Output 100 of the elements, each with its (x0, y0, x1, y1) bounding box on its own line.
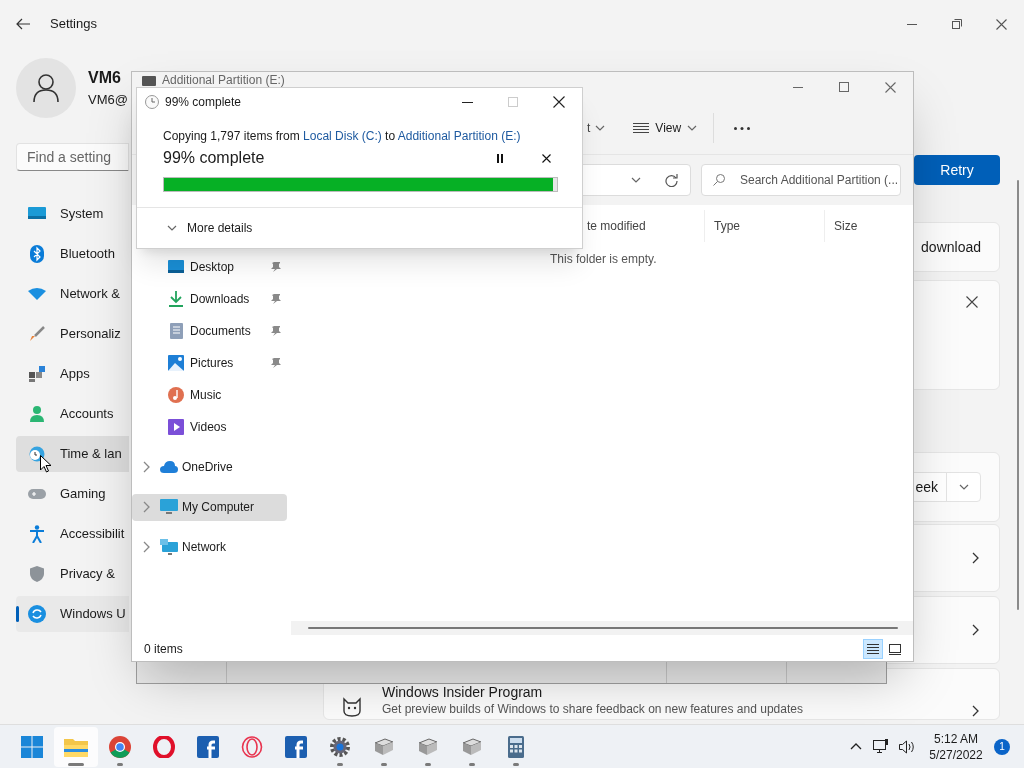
dismiss-button[interactable] (965, 295, 979, 309)
cloud-icon (160, 461, 178, 473)
view-button[interactable]: View (633, 119, 698, 137)
chevron-right-icon (971, 705, 979, 717)
minimize-icon (461, 101, 473, 103)
person-icon (30, 406, 44, 422)
video-icon (168, 419, 184, 435)
nav-item[interactable]: Apps (16, 356, 129, 392)
view-mode-button[interactable] (863, 639, 883, 659)
taskbar-app[interactable] (54, 726, 98, 767)
shield-icon (30, 566, 44, 582)
nav-item[interactable]: Network (132, 533, 287, 561)
nav-item[interactable]: Privacy & (16, 556, 129, 592)
link[interactable]: Additional Partition (E:) (397, 129, 521, 143)
user-email: VM6@ (88, 91, 128, 110)
notification-badge[interactable]: 1 (994, 738, 1010, 755)
nav-item[interactable]: Videos (132, 411, 287, 443)
maximize-icon (508, 97, 518, 107)
nav-item[interactable]: Documents (132, 315, 287, 347)
running-indicator (425, 762, 431, 766)
network-icon (873, 738, 889, 755)
close-icon (966, 296, 978, 308)
download-icon (169, 291, 183, 307)
search-field[interactable]: Find a setting (16, 143, 129, 171)
accessibility-icon (30, 525, 44, 543)
nav-item[interactable]: Time & lan (16, 436, 129, 472)
back-arrow-icon (16, 18, 30, 30)
selection-bar (16, 606, 19, 622)
pin-icon (271, 358, 281, 368)
copy-status-text: Copying 1,797 items from Local Disk (C:) to Additional Partition (E:) (163, 128, 522, 144)
app-icon (373, 736, 395, 757)
nav-item[interactable]: Bluetooth (16, 236, 129, 272)
nav-item[interactable]: Pictures (132, 347, 287, 379)
chevron-down-icon (595, 125, 606, 131)
pin-icon (271, 262, 281, 272)
chevron-right-icon (971, 552, 979, 564)
nav-item[interactable]: Network & (16, 276, 129, 312)
restore-icon (951, 19, 962, 29)
running-indicator (68, 762, 84, 766)
minimize-icon (906, 23, 917, 25)
monitor-icon (28, 207, 46, 221)
cancel-icon (541, 153, 551, 163)
maximize-icon (839, 82, 849, 92)
more-details-button[interactable]: More details (167, 219, 253, 237)
cancel-button[interactable] (540, 152, 552, 164)
nav-item[interactable]: Personaliz (16, 316, 129, 352)
pause-button[interactable] (494, 152, 506, 164)
clock-icon (145, 95, 159, 109)
nav-item[interactable]: My Computer (132, 493, 287, 521)
search-field[interactable]: Search Additional Partition (... (701, 164, 901, 196)
chevron-right-icon (142, 541, 150, 553)
ring-icon (241, 735, 263, 758)
window-title: 99% complete (165, 94, 242, 111)
nav-item[interactable]: System (16, 196, 129, 232)
nav-item[interactable]: Desktop (132, 251, 287, 283)
card-title: Windows Insider Program (382, 683, 544, 701)
image-icon (168, 355, 184, 371)
network-icon (160, 539, 178, 555)
pin-icon (271, 326, 281, 336)
nav-item[interactable]: Accessibilit (16, 516, 129, 552)
nav-item[interactable]: Gaming (16, 476, 129, 512)
item-count: 0 items (144, 641, 183, 658)
back-button[interactable] (16, 16, 32, 32)
scrollbar[interactable] (1017, 180, 1019, 610)
music-icon (168, 387, 184, 403)
close-icon (996, 18, 1007, 30)
nav-item[interactable]: Windows U (16, 596, 129, 632)
sort-button[interactable]: t (587, 119, 606, 137)
lines-icon (633, 123, 650, 133)
search-icon (713, 174, 725, 186)
nav-item[interactable]: Downloads (132, 283, 287, 315)
link[interactable]: Local Disk (C:) (303, 129, 382, 143)
nav-item[interactable]: OneDrive (132, 453, 287, 481)
brush-icon (29, 326, 45, 342)
running-indicator (469, 762, 475, 766)
clock-button[interactable]: 5:12 AM 5/27/2022 (926, 730, 986, 763)
cat-icon (342, 697, 362, 717)
progress-label: 99% complete (163, 148, 265, 168)
scrollbar[interactable] (308, 627, 898, 629)
refresh-icon (28, 605, 46, 623)
nav-item[interactable]: Accounts (16, 396, 129, 432)
square-logo-icon (285, 735, 307, 758)
card-text: download (921, 237, 981, 257)
nav-item[interactable]: Music (132, 379, 287, 411)
column-header[interactable]: te modified (587, 217, 646, 235)
empty-folder-text: This folder is empty. (550, 252, 657, 266)
gamepad-icon (28, 488, 46, 500)
volume-icon (898, 739, 916, 754)
details-view-icon (867, 643, 879, 655)
desktop-folder-icon (168, 260, 184, 274)
running-indicator (513, 762, 519, 766)
start-icon (21, 735, 43, 758)
drive-icon (142, 76, 156, 86)
wifi-icon (28, 288, 46, 300)
cursor-icon (40, 455, 52, 473)
settings-icon (329, 735, 351, 758)
close-icon (553, 96, 565, 108)
column-header[interactable]: Size (834, 217, 858, 235)
retry-button[interactable]: Retry (914, 155, 1000, 185)
column-header[interactable]: Type (714, 217, 740, 235)
